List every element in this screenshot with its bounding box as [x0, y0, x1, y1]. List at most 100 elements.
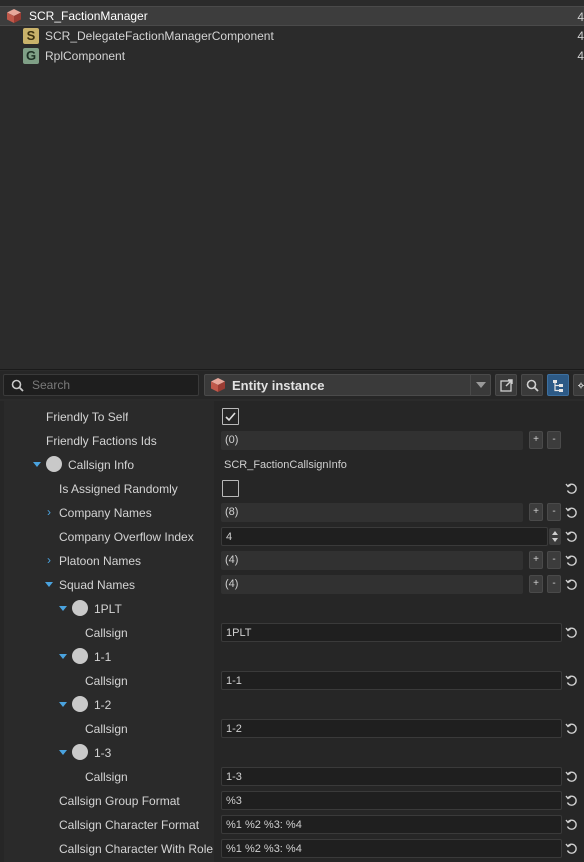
property-label: Callsign	[85, 626, 128, 640]
expand-arrow-icon[interactable]	[59, 702, 67, 707]
property-callsign-info[interactable]: Callsign Info SCR_FactionCallsignInfo	[0, 453, 584, 477]
array-add-button[interactable]: +	[529, 551, 543, 569]
reset-icon[interactable]	[565, 506, 578, 519]
is-assigned-randomly-checkbox[interactable]	[222, 480, 239, 497]
expand-arrow-icon[interactable]	[59, 654, 67, 659]
reset-icon[interactable]	[565, 842, 578, 855]
array-element-1-3[interactable]: 1-3	[0, 741, 584, 765]
property-callsign: Callsign 1PLT	[0, 621, 584, 645]
reset-icon[interactable]	[565, 722, 578, 735]
property-label: Callsign	[85, 770, 128, 784]
properties-toolbar: Entity instance	[0, 371, 584, 399]
chevron-right-icon[interactable]: ›	[47, 506, 51, 518]
property-label: Platoon Names	[59, 554, 142, 568]
array-remove-button[interactable]: -	[547, 575, 561, 593]
hierarchy-item-faction-manager[interactable]: SCR_FactionManager 4	[0, 6, 584, 26]
array-element-1-2[interactable]: 1-2	[0, 693, 584, 717]
property-callsign-group-format: Callsign Group Format %3	[0, 789, 584, 813]
reset-icon[interactable]	[565, 674, 578, 687]
object-circle-icon	[46, 456, 62, 472]
callsign-value: 1-3	[226, 771, 242, 783]
hierarchy-item-delegate-component[interactable]: S SCR_DelegateFactionManagerComponent 4	[0, 26, 584, 46]
property-label: Callsign Character Format	[59, 818, 200, 832]
array-field[interactable]: (4)	[221, 551, 523, 570]
array-remove-button[interactable]: -	[547, 503, 561, 521]
script-component-icon: S	[23, 28, 39, 44]
array-add-button[interactable]: +	[529, 431, 543, 449]
number-value: 4	[226, 531, 233, 543]
expand-arrow-icon[interactable]	[33, 462, 41, 467]
reset-icon[interactable]	[565, 578, 578, 591]
reset-icon[interactable]	[565, 794, 578, 807]
element-label: 1-2	[94, 698, 112, 712]
callsign-character-with-role-format-input[interactable]: %1 %2 %3: %4	[221, 839, 562, 858]
format-value: %3	[226, 795, 242, 807]
reset-icon[interactable]	[565, 530, 578, 543]
chevron-right-icon[interactable]: ›	[47, 554, 51, 566]
reset-icon[interactable]	[565, 554, 578, 567]
settings-button[interactable]	[573, 374, 584, 396]
property-callsign-character-with-role-format: Callsign Character With Role Format %1 %…	[0, 837, 584, 861]
property-callsign: Callsign 1-2	[0, 717, 584, 741]
property-friendly-factions-ids: Friendly Factions Ids (0) + -	[0, 429, 584, 453]
property-platoon-names: › Platoon Names (4) + -	[0, 549, 584, 573]
property-company-names: › Company Names (8) + -	[0, 501, 584, 525]
expand-arrow-icon[interactable]	[59, 606, 67, 611]
open-external-button[interactable]	[495, 374, 517, 396]
expand-arrow-icon[interactable]	[59, 750, 67, 755]
reset-icon[interactable]	[565, 818, 578, 831]
callsign-input[interactable]: 1PLT	[221, 623, 562, 642]
property-label: Company Names	[59, 506, 152, 520]
expand-arrow-icon[interactable]	[45, 582, 53, 587]
array-element-1plt[interactable]: 1PLT	[0, 597, 584, 621]
callsign-character-format-input[interactable]: %1 %2 %3: %4	[221, 815, 562, 834]
hierarchy-item-label: RplComponent	[45, 49, 126, 63]
array-field[interactable]: (8)	[221, 503, 523, 522]
callsign-group-format-input[interactable]: %3	[221, 791, 562, 810]
callsign-value: 1PLT	[226, 627, 252, 639]
callsign-input[interactable]: 1-2	[221, 719, 562, 738]
reset-icon[interactable]	[565, 770, 578, 783]
reset-icon[interactable]	[565, 626, 578, 639]
array-remove-button[interactable]: -	[547, 551, 561, 569]
property-label: Squad Names	[59, 578, 136, 592]
property-callsign-character-format: Callsign Character Format %1 %2 %3: %4	[0, 813, 584, 837]
property-squad-names: Squad Names (4) + -	[0, 573, 584, 597]
property-label: Callsign Info	[68, 458, 135, 472]
array-field[interactable]: (0)	[221, 431, 523, 450]
property-label: Callsign	[85, 722, 128, 736]
find-button[interactable]	[521, 374, 543, 396]
property-company-overflow-index: Company Overflow Index 4	[0, 525, 584, 549]
hierarchy-item-label: SCR_DelegateFactionManagerComponent	[45, 29, 274, 43]
tree-hierarchy-icon	[552, 379, 563, 392]
entity-cube-icon	[210, 377, 226, 393]
checkmark-icon	[225, 412, 236, 422]
chevron-down-icon[interactable]	[470, 375, 490, 395]
array-add-button[interactable]: +	[529, 575, 543, 593]
callsign-input[interactable]: 1-1	[221, 671, 562, 690]
open-external-icon	[499, 378, 513, 392]
entity-cube-icon	[6, 8, 22, 24]
instance-mode-dropdown[interactable]: Entity instance	[204, 374, 491, 396]
hierarchy-item-rpl-component[interactable]: G RplComponent 4	[0, 46, 584, 66]
callsign-value: 1-1	[226, 675, 242, 687]
array-remove-button[interactable]: -	[547, 431, 561, 449]
array-element-1-1[interactable]: 1-1	[0, 645, 584, 669]
search-box[interactable]	[3, 374, 199, 396]
number-spinner[interactable]	[549, 528, 561, 545]
friendly-to-self-checkbox[interactable]	[222, 408, 239, 425]
property-label: Friendly To Self	[46, 410, 129, 424]
array-field[interactable]: (4)	[221, 575, 523, 594]
property-label: Callsign Group Format	[59, 794, 180, 808]
array-add-button[interactable]: +	[529, 503, 543, 521]
property-is-assigned-randomly: Is Assigned Randomly	[0, 477, 584, 501]
reset-icon[interactable]	[565, 482, 578, 495]
number-input[interactable]: 4	[221, 527, 548, 546]
hierarchy-item-count: 4	[577, 49, 584, 63]
format-value: %1 %2 %3: %4	[226, 843, 302, 855]
callsign-input[interactable]: 1-3	[221, 767, 562, 786]
hierarchy-item-count: 4	[577, 29, 584, 43]
search-input[interactable]	[32, 376, 192, 394]
object-circle-icon	[72, 600, 88, 616]
hierarchy-view-button[interactable]	[547, 374, 569, 396]
